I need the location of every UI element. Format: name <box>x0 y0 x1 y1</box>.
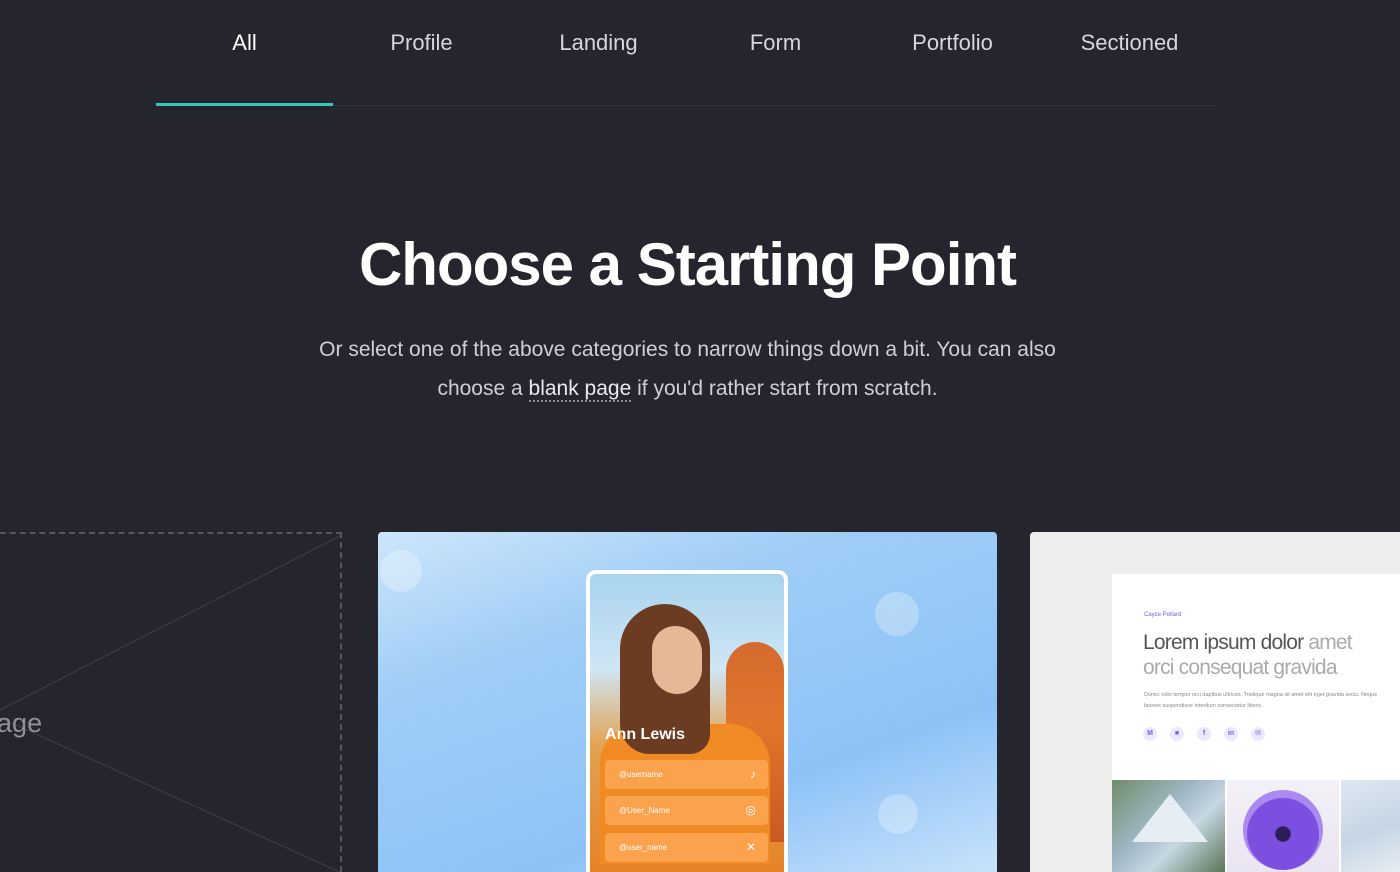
tab-form[interactable]: Form <box>687 0 864 104</box>
heading-light-text: orci consequat gravida <box>1143 656 1338 679</box>
subtitle-text-end: if you'd rather start from scratch. <box>631 377 938 400</box>
bubble-decoration <box>380 550 422 592</box>
bookmark-icon: ■ <box>1170 727 1184 741</box>
tab-portfolio[interactable]: Portfolio <box>864 0 1041 104</box>
flower-thumbnail <box>1227 780 1339 872</box>
pyramid-thumbnail <box>1112 780 1225 872</box>
category-tabs: All Profile Landing Form Portfolio Secti… <box>156 0 1218 106</box>
heading-dark-text: Lorem ipsum dolor <box>1143 631 1309 654</box>
profile-link-button: @username ♪ <box>605 760 768 789</box>
profile-template-card[interactable]: Ann Lewis @username ♪ @User_Name ◎ @user… <box>378 532 997 872</box>
blank-page-link[interactable]: blank page <box>528 377 632 402</box>
medium-icon: M <box>1143 727 1157 741</box>
blank-page-label: ank Page <box>0 708 43 738</box>
bubble-decoration <box>875 592 919 636</box>
linkedin-icon: in <box>1224 727 1238 741</box>
person-face <box>652 626 702 694</box>
email-icon: ✉ <box>1251 727 1265 741</box>
tab-landing[interactable]: Landing <box>510 0 687 104</box>
profile-name: Ann Lewis <box>605 726 686 743</box>
profile-link-button: @user_name ✕ <box>605 833 768 862</box>
x-icon: ✕ <box>745 840 756 854</box>
blank-page-card[interactable]: ank Page <box>0 532 342 872</box>
page-subtitle: Or select one of the above categories to… <box>300 330 1075 408</box>
tiktok-icon: ♪ <box>750 767 756 781</box>
profile-link-text: @username <box>619 770 663 779</box>
bubble-decoration <box>878 794 918 834</box>
blank-card-cross-lines <box>0 535 340 872</box>
phone-preview: Ann Lewis @username ♪ @User_Name ◎ @user… <box>586 570 788 872</box>
tab-profile[interactable]: Profile <box>333 0 510 104</box>
profile-link-text: @User_Name <box>619 806 670 815</box>
portfolio-heading: Lorem ipsum dolor amet orci consequat gra… <box>1143 630 1400 680</box>
mountain-thumbnail <box>1341 780 1400 872</box>
page-title: Choose a Starting Point <box>358 231 1017 298</box>
portfolio-template-card[interactable]: Cayce Pollard Lorem ipsum dolor amet orci… <box>1030 532 1400 872</box>
portfolio-preview: Cayce Pollard Lorem ipsum dolor amet orci… <box>1112 574 1400 872</box>
portfolio-body-text: Donec odio tempor orci dapibus ultrices.… <box>1144 692 1378 709</box>
heading-light-text: amet <box>1308 631 1352 654</box>
facebook-icon: f <box>1197 727 1211 741</box>
author-name: Cayce Pollard <box>1144 612 1182 618</box>
instagram-icon: ◎ <box>745 803 756 817</box>
tab-sectioned[interactable]: Sectioned <box>1041 0 1218 104</box>
profile-link-button: @User_Name ◎ <box>605 796 768 825</box>
social-icons: M ■ f in ✉ <box>1143 727 1265 741</box>
tab-all[interactable]: All <box>156 0 333 106</box>
profile-link-text: @user_name <box>619 843 668 852</box>
